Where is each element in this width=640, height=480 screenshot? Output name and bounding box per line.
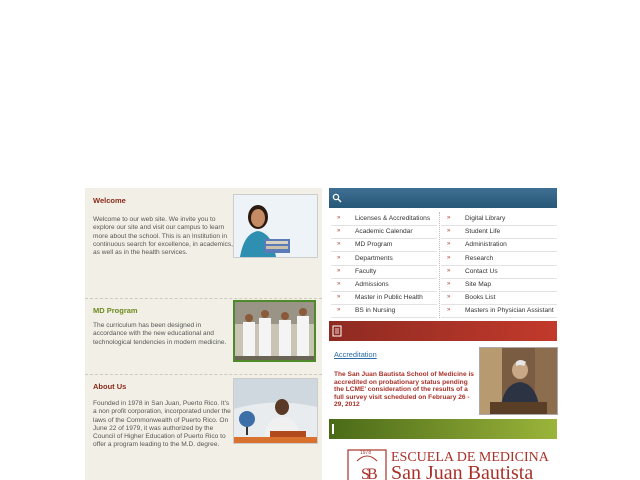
menu-item-label: Research <box>465 254 494 262</box>
bar-marker-icon <box>332 424 334 434</box>
menu-arrow-icon: » <box>447 307 451 314</box>
document-icon <box>332 325 342 337</box>
menu-item-licenses-accreditations[interactable]: » Licenses & Accreditations <box>331 212 437 226</box>
menu-item-student-life[interactable]: » Student Life <box>441 225 557 240</box>
green-header-bar <box>329 419 557 439</box>
menu-item-label: Admissions <box>355 281 389 288</box>
news-photo <box>479 347 558 415</box>
menu-item-label: Student Life <box>465 228 501 236</box>
menu-arrow-icon: » <box>337 281 341 287</box>
menu-item-label: Academic Calendar <box>355 228 413 236</box>
menu-item-bs-in-nursing[interactable]: » BS in Nursing <box>331 304 437 319</box>
menu-arrow-icon: » <box>447 254 451 261</box>
menu-item-label: Books List <box>465 294 496 302</box>
menu-item-research[interactable]: » Research <box>441 252 557 266</box>
search-icon[interactable] <box>332 193 342 203</box>
menu-item-admissions[interactable]: » Admissions <box>331 278 437 292</box>
menu-item-label: Faculty <box>355 267 377 275</box>
md-program-photo <box>233 300 316 362</box>
menu-item-label: Masters in Physician Assistant <box>465 307 554 315</box>
menu-item-label: Contact Us <box>465 267 498 275</box>
menu-item-label: Departments <box>355 254 393 262</box>
about-text: Founded in 1978 in San Juan, Puerto Rico… <box>93 400 231 449</box>
menu-arrow-icon: » <box>337 267 341 274</box>
menu-item-label: Digital Library <box>465 215 506 222</box>
news-text: The San Juan Bautista School of Medicine… <box>334 371 474 409</box>
menu-arrow-icon: » <box>447 267 451 274</box>
about-photo <box>233 378 318 444</box>
search-bar[interactable] <box>329 188 557 208</box>
menu-item-md-program[interactable]: » MD Program <box>331 238 437 253</box>
logo-line2: San Juan Bautista <box>391 462 534 480</box>
svg-text:B: B <box>367 466 378 480</box>
menu-item-academic-calendar[interactable]: » Academic Calendar <box>331 225 437 240</box>
menu-item-label: BS in Nursing <box>355 307 396 315</box>
news-link[interactable]: Accreditation <box>334 350 377 359</box>
menu-item-administration[interactable]: » Administration <box>441 238 557 253</box>
menu-item-label: Administration <box>465 241 507 249</box>
menu-item-departments[interactable]: » Departments <box>331 252 437 266</box>
menu-item-label: Site Map <box>465 281 492 288</box>
menu-arrow-icon: » <box>337 294 341 301</box>
menu-arrow-icon: » <box>337 228 341 235</box>
menu-arrow-icon: » <box>337 241 341 248</box>
logo-year: 1978 <box>360 450 372 456</box>
menu-arrow-icon: » <box>337 215 341 221</box>
welcome-photo <box>233 194 318 258</box>
menu-item-masters-in-physician-assistant[interactable]: » Masters in Physician Assistant <box>441 304 557 319</box>
menu-item-label: Licenses & Accreditations <box>355 215 431 222</box>
left-column: Welcome Welcome to our web site. We invi… <box>85 188 322 480</box>
menu-column-separator <box>439 212 440 318</box>
menu-item-label: Master in Public Health <box>355 294 423 302</box>
menu-arrow-icon: » <box>447 215 451 221</box>
welcome-text: Welcome to our web site. We invite you t… <box>93 216 234 257</box>
md-program-text: The curriculum has been designed in acco… <box>93 322 227 346</box>
news-header-bar <box>329 321 557 341</box>
menu-arrow-icon: » <box>447 241 451 248</box>
welcome-section: Welcome Welcome to our web site. We invi… <box>85 188 322 298</box>
quick-links-menu: » Licenses & Accreditations » Academic Cale… <box>329 208 557 319</box>
menu-arrow-icon: » <box>447 294 451 301</box>
menu-item-faculty[interactable]: » Faculty <box>331 265 437 279</box>
md-program-section: MD Program The curriculum has been desig… <box>85 298 322 374</box>
menu-arrow-icon: » <box>337 254 341 261</box>
menu-item-contact-us[interactable]: » Contact Us <box>441 265 557 279</box>
right-column: » Licenses & Accreditations » Academic Cale… <box>329 188 558 480</box>
menu-item-site-map[interactable]: » Site Map <box>441 278 557 292</box>
menu-arrow-icon: » <box>447 281 451 287</box>
welcome-title[interactable]: Welcome <box>93 196 126 205</box>
about-section: About Us Founded in 1978 in San Juan, Pu… <box>85 374 322 480</box>
md-program-title[interactable]: MD Program <box>93 306 138 315</box>
menu-item-digital-library[interactable]: » Digital Library <box>441 212 557 226</box>
school-logo[interactable]: S B 1978 ESCUELA DE MEDICINA San Juan Ba… <box>347 447 557 480</box>
menu-item-master-in-public-health[interactable]: » Master in Public Health <box>331 291 437 306</box>
menu-arrow-icon: » <box>447 228 451 235</box>
menu-arrow-icon: » <box>337 307 341 314</box>
about-title[interactable]: About Us <box>93 382 126 391</box>
menu-item-books-list[interactable]: » Books List <box>441 291 557 306</box>
menu-item-label: MD Program <box>355 241 393 249</box>
